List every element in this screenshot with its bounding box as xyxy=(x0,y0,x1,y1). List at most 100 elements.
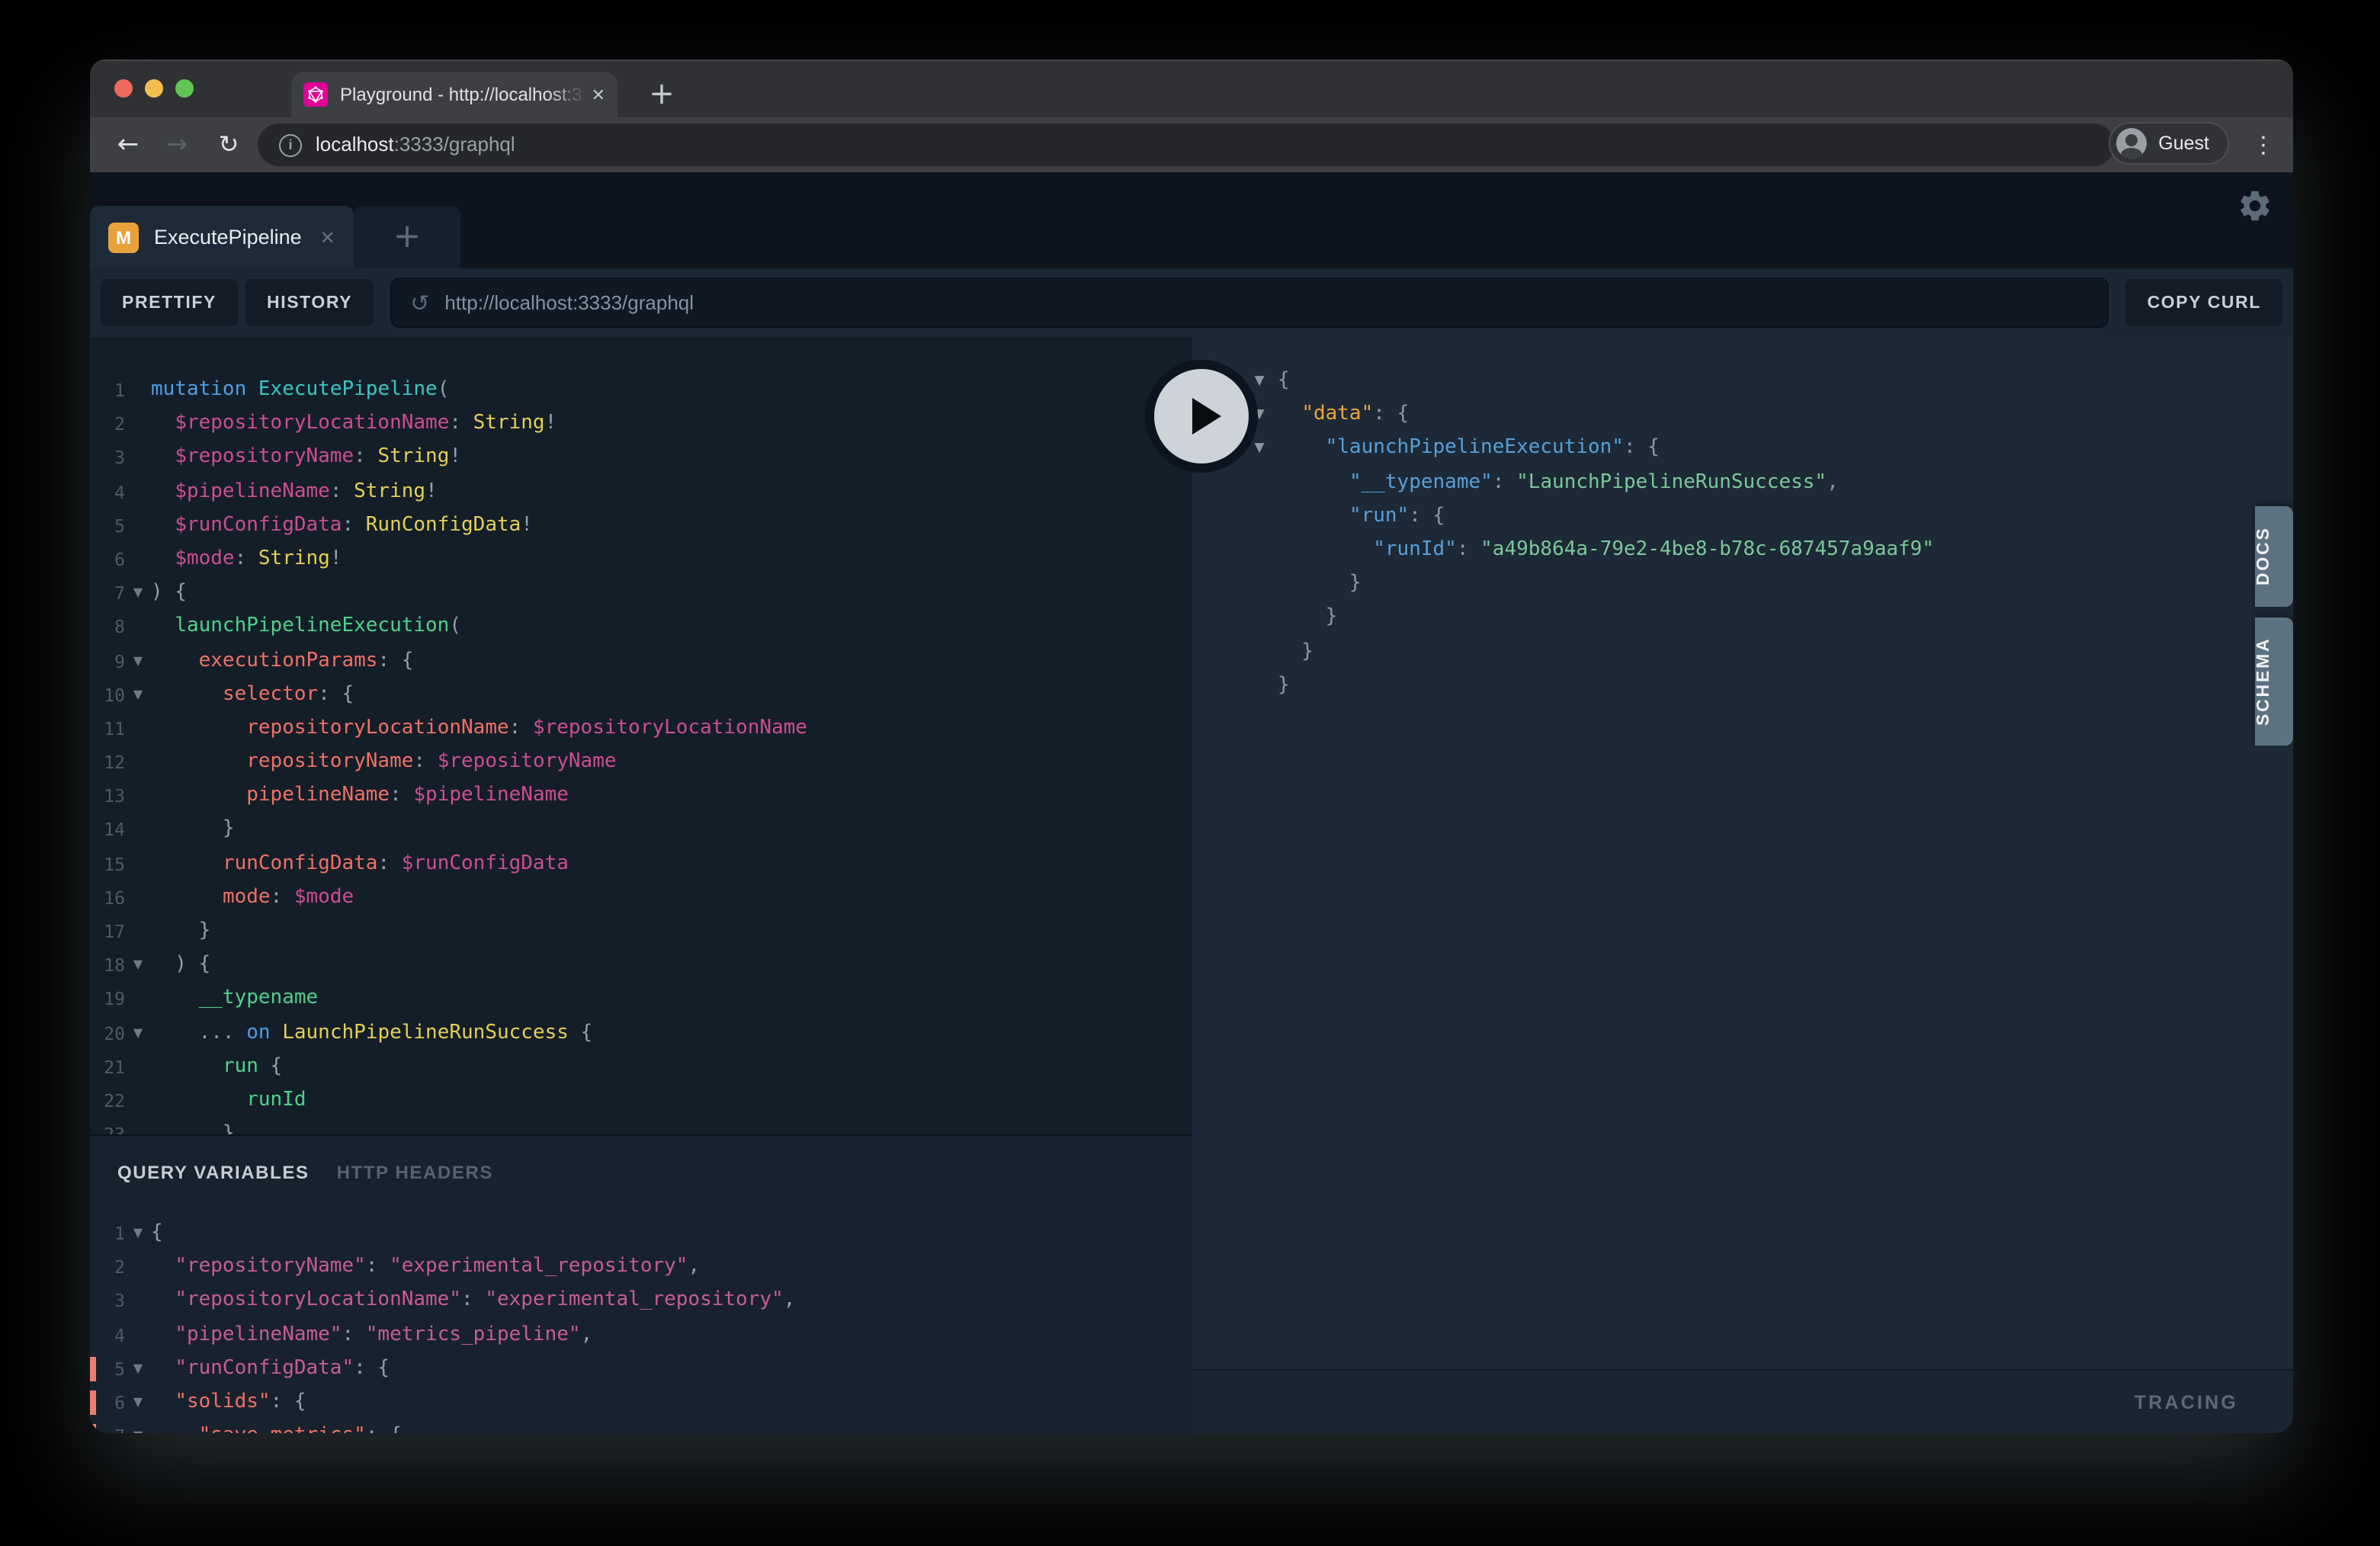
tracing-bar: TRACING xyxy=(1192,1369,2293,1433)
profile-button[interactable]: Guest xyxy=(2108,122,2229,165)
execute-button[interactable] xyxy=(1145,360,1258,473)
query-editor[interactable]: 1mutation ExecutePipeline(2 $repositoryL… xyxy=(90,337,1192,1433)
code-line: 3 $repositoryName: String! xyxy=(90,441,1192,475)
browser-tab[interactable]: Playground - http://localhost:3 ✕ xyxy=(291,72,617,117)
fold-icon[interactable]: ▼ xyxy=(125,948,151,982)
code-line: 5 $runConfigData: RunConfigData! xyxy=(90,509,1192,543)
fold-icon xyxy=(125,1050,151,1084)
window-controls xyxy=(114,79,194,98)
reload-icon[interactable]: ↻ xyxy=(209,117,249,172)
code-line: 14 } xyxy=(90,813,1192,847)
fold-icon[interactable]: ▼ xyxy=(125,1016,151,1050)
code-line: 22 runId xyxy=(90,1084,1192,1118)
browser-tab-title: Playground - http://localhost:3 xyxy=(340,84,585,105)
fold-icon[interactable]: ▼ xyxy=(125,1386,151,1419)
fold-icon[interactable]: ▼ xyxy=(125,576,151,610)
url-host: localhost xyxy=(316,133,394,156)
code-line: } xyxy=(1192,567,2293,601)
code-line: 5▼ "runConfigData": { xyxy=(90,1352,1192,1386)
close-window-button[interactable] xyxy=(114,79,133,98)
code-line: 18▼ ) { xyxy=(90,948,1192,982)
fold-icon[interactable]: ▼ xyxy=(125,644,151,678)
code-line: 2 $repositoryLocationName: String! xyxy=(90,407,1192,441)
new-tab-button[interactable]: + xyxy=(642,75,682,114)
profile-label: Guest xyxy=(2158,133,2209,154)
code-line: 1mutation ExecutePipeline( xyxy=(90,374,1192,407)
playground-tab-executepipeline[interactable]: M ExecutePipeline ✕ xyxy=(90,206,354,268)
fold-icon xyxy=(125,407,151,441)
fold-icon[interactable]: ▼ xyxy=(125,1419,151,1433)
code-line: ▼ "launchPipelineExecution": { xyxy=(1192,432,2293,466)
code-line: 6▼ "solids": { xyxy=(90,1386,1192,1419)
playground-toolbar: PRETTIFY HISTORY ↺ http://localhost:3333… xyxy=(90,268,2293,337)
code-line: 3 "repositoryLocationName": "experimenta… xyxy=(90,1285,1192,1318)
endpoint-url: http://localhost:3333/graphql xyxy=(444,291,694,314)
code-line: 7▼ "save_metrics": { xyxy=(90,1419,1192,1433)
fold-icon xyxy=(125,1250,151,1284)
fold-icon[interactable]: ▼ xyxy=(125,1352,151,1386)
settings-gear-icon[interactable] xyxy=(2237,188,2273,224)
fold-icon xyxy=(125,374,151,407)
code-line: 7▼) { xyxy=(90,576,1192,610)
code-line: 10▼ selector: { xyxy=(90,678,1192,711)
tracing-label[interactable]: TRACING xyxy=(2135,1391,2238,1413)
code-line: 2 "repositoryName": "experimental_reposi… xyxy=(90,1250,1192,1284)
variables-panel: QUERY VARIABLES HTTP HEADERS 1▼{2 "repos… xyxy=(90,1134,1192,1433)
playground-new-tab-button[interactable]: + xyxy=(354,206,460,268)
variables-code: 1▼{2 "repositoryName": "experimental_rep… xyxy=(90,1217,1192,1433)
code-line: ▼ "data": { xyxy=(1192,398,2293,431)
endpoint-refresh-icon[interactable]: ↺ xyxy=(410,289,429,316)
browser-toolbar: ← → ↻ i localhost:3333/graphql Guest ⋮ xyxy=(90,117,2293,172)
fold-icon xyxy=(125,847,151,880)
code-line: "runId": "a49b864a-79e2-4be8-b78c-687457… xyxy=(1192,534,2293,567)
code-line: 8 launchPipelineExecution( xyxy=(90,611,1192,644)
docs-tab[interactable]: DOCS xyxy=(2255,506,2293,607)
response-code: ▼{▼ "data": {▼ "launchPipelineExecution"… xyxy=(1192,364,2293,703)
browser-titlebar: Playground - http://localhost:3 ✕ + xyxy=(90,59,2293,117)
fold-icon xyxy=(125,915,151,948)
code-line: "run": { xyxy=(1192,500,2293,534)
fold-icon xyxy=(125,712,151,746)
avatar-icon xyxy=(2115,128,2146,159)
fold-icon xyxy=(125,881,151,915)
history-button[interactable]: HISTORY xyxy=(245,279,374,326)
site-info-icon[interactable]: i xyxy=(279,133,302,156)
play-icon xyxy=(1192,398,1220,435)
fold-icon xyxy=(125,1318,151,1352)
tab-query-variables[interactable]: QUERY VARIABLES xyxy=(117,1162,310,1183)
address-bar[interactable]: i localhost:3333/graphql xyxy=(258,123,2115,166)
schema-tab[interactable]: SCHEMA xyxy=(2255,617,2293,746)
response-panel: ▼{▼ "data": {▼ "launchPipelineExecution"… xyxy=(1192,337,2293,1433)
fold-icon xyxy=(125,1084,151,1118)
query-code: 1mutation ExecutePipeline(2 $repositoryL… xyxy=(90,374,1192,1152)
back-icon[interactable]: ← xyxy=(108,117,148,172)
browser-menu-icon[interactable]: ⋮ xyxy=(2252,117,2275,172)
tab-http-headers[interactable]: HTTP HEADERS xyxy=(337,1162,493,1183)
minimize-window-button[interactable] xyxy=(145,79,163,98)
code-line: 9▼ executionParams: { xyxy=(90,644,1192,678)
graphql-favicon-icon xyxy=(303,82,328,107)
playground-tab-close-icon[interactable]: ✕ xyxy=(320,226,335,248)
fullscreen-window-button[interactable] xyxy=(175,79,194,98)
fold-icon xyxy=(125,441,151,475)
code-line: 4 $pipelineName: String! xyxy=(90,475,1192,508)
code-line: 16 mode: $mode xyxy=(90,881,1192,915)
fold-icon[interactable]: ▼ xyxy=(125,1217,151,1250)
code-line: 13 pipelineName: $pipelineName xyxy=(90,780,1192,813)
fold-icon[interactable]: ▼ xyxy=(125,678,151,711)
code-line: } xyxy=(1192,601,2293,635)
code-line: 12 repositoryName: $repositoryName xyxy=(90,746,1192,779)
code-line: 20▼ ... on LaunchPipelineRunSuccess { xyxy=(90,1016,1192,1050)
fold-icon xyxy=(125,780,151,813)
code-line: 11 repositoryLocationName: $repositoryLo… xyxy=(90,712,1192,746)
tab-close-icon[interactable]: ✕ xyxy=(592,85,605,104)
prettify-button[interactable]: PRETTIFY xyxy=(101,279,238,326)
endpoint-input[interactable]: ↺ http://localhost:3333/graphql xyxy=(390,277,2109,328)
forward-icon: → xyxy=(157,117,197,172)
variables-tabs: QUERY VARIABLES HTTP HEADERS xyxy=(90,1136,1192,1183)
code-line: 6 $mode: String! xyxy=(90,543,1192,576)
copy-curl-button[interactable]: COPY CURL xyxy=(2126,279,2282,326)
code-line: 1▼{ xyxy=(90,1217,1192,1250)
fold-icon xyxy=(125,509,151,543)
playground-main: 1mutation ExecutePipeline(2 $repositoryL… xyxy=(90,337,2293,1433)
